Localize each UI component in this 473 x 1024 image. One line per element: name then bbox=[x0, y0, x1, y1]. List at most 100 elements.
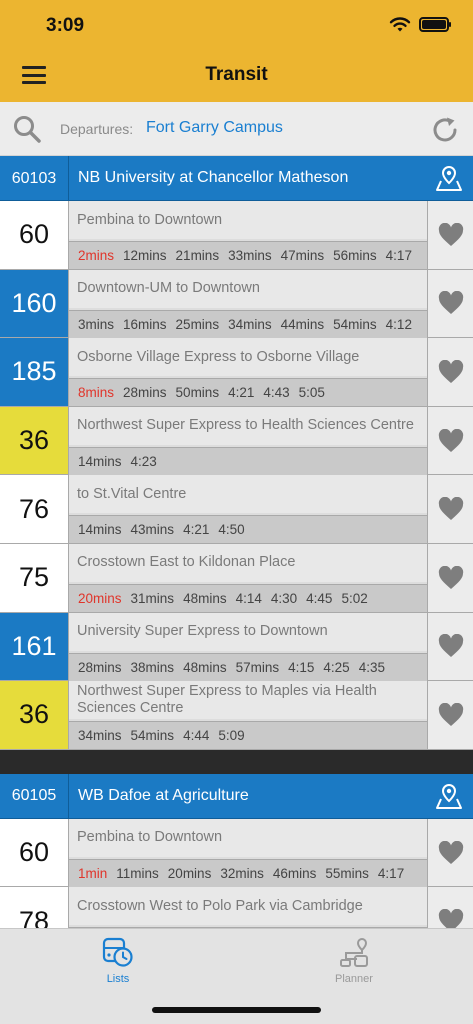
departure-time: 20mins bbox=[78, 590, 122, 606]
departure-time: 32mins bbox=[220, 865, 264, 881]
departure-time: 11mins bbox=[116, 865, 159, 881]
stop-header: 60105 WB Dafoe at Agriculture bbox=[0, 773, 473, 819]
heart-icon bbox=[438, 840, 463, 864]
route-number: 60 bbox=[0, 201, 69, 269]
departure-time: 34mins bbox=[78, 728, 122, 744]
favorite-button[interactable] bbox=[427, 201, 473, 269]
route-row[interactable]: 76 to St.Vital Centre 14mins 43mins 4:21 4:50 bbox=[0, 475, 473, 544]
departure-time: 46mins bbox=[272, 865, 317, 881]
departure-time: 2mins bbox=[78, 248, 115, 263]
top-bar: 3:09 Transit bbox=[0, 0, 473, 102]
route-number: 76 bbox=[0, 475, 69, 543]
heart-icon bbox=[438, 428, 463, 452]
departure-time: 14mins bbox=[78, 522, 122, 538]
route-number: 78 bbox=[0, 887, 69, 928]
departure-time: 4:35 bbox=[358, 659, 385, 675]
departure-time: 4:12 bbox=[385, 316, 412, 332]
departure-time: 4:44 bbox=[183, 728, 210, 744]
route-row[interactable]: 36 Northwest Super Express to Maples via … bbox=[0, 681, 473, 750]
favorite-button[interactable] bbox=[427, 612, 473, 681]
departure-time: 5:09 bbox=[218, 728, 245, 744]
route-row[interactable]: 160 Downtown-UM to Downtown 3mins 16mins 25m… bbox=[0, 269, 473, 339]
route-row[interactable]: 161 University Super Express to Downtown 2… bbox=[0, 612, 473, 682]
departure-time: 20mins bbox=[167, 865, 212, 881]
departure-time: 50mins bbox=[175, 385, 220, 401]
favorite-button[interactable] bbox=[427, 681, 473, 749]
route-row[interactable]: 60 Pembina to Downtown 2mins 12mins 21mins 33… bbox=[0, 201, 473, 270]
departures-list[interactable]: 60103 NB University at Chancellor Matheso… bbox=[0, 156, 473, 928]
home-indicator bbox=[152, 1007, 321, 1013]
departure-time: 25mins bbox=[175, 316, 220, 332]
route-destination: Pembina to Downtown bbox=[69, 818, 427, 857]
departure-time: 8mins bbox=[78, 385, 115, 401]
tab-planner[interactable]: Planner bbox=[304, 935, 404, 991]
departure-time: 34mins bbox=[228, 316, 272, 332]
route-destination: Northwest Super Express to Maples via He… bbox=[69, 681, 427, 720]
route-row[interactable]: 185 Osborne Village Express to Osborne Vi… bbox=[0, 338, 473, 407]
departure-time: 12mins bbox=[123, 248, 167, 263]
departures-location-link[interactable]: Fort Garry Campus bbox=[146, 119, 283, 137]
battery-icon bbox=[419, 17, 451, 32]
favorite-button[interactable] bbox=[427, 406, 473, 475]
route-number: 75 bbox=[0, 543, 69, 612]
departure-time: 54mins bbox=[130, 728, 175, 744]
departure-times: 2mins 12mins 21mins 33mins 47mins 56mins 4:17 bbox=[69, 241, 427, 269]
departure-time: 57mins bbox=[235, 659, 280, 675]
favorite-button[interactable] bbox=[427, 818, 473, 887]
favorite-button[interactable] bbox=[427, 269, 473, 338]
route-destination: University Super Express to Downtown bbox=[69, 612, 427, 651]
stop-code: 60105 bbox=[0, 773, 69, 819]
departure-times: 20mins 31mins 48mins 4:14 4:30 4:45 5:02 bbox=[69, 583, 427, 612]
departure-time: 56mins bbox=[333, 248, 377, 263]
route-number: 36 bbox=[0, 406, 69, 475]
route-destination: Crosstown East to Kildonan Place bbox=[69, 543, 427, 582]
route-row[interactable]: 75 Crosstown East to Kildonan Place 20mins… bbox=[0, 543, 473, 613]
favorite-button[interactable] bbox=[427, 338, 473, 406]
departure-times: 8mins 28mins 50mins 4:21 4:43 5:05 bbox=[69, 378, 427, 407]
departure-time: 5:05 bbox=[298, 385, 325, 401]
tab-lists-label: Lists bbox=[106, 973, 130, 985]
heart-icon bbox=[438, 497, 463, 521]
tab-lists[interactable]: Lists bbox=[68, 935, 168, 991]
departure-time: 21mins bbox=[175, 248, 220, 263]
departure-times: 3mins 16mins 25mins 34mins 44mins 54mins 4:12 bbox=[69, 309, 427, 338]
route-destination: Northwest Super Express to Health Scienc… bbox=[69, 406, 427, 445]
map-pin-icon[interactable] bbox=[435, 164, 463, 192]
map-pin-icon[interactable] bbox=[435, 782, 463, 810]
route-row[interactable]: 36 Northwest Super Express to Health Scie… bbox=[0, 406, 473, 476]
route-number: 160 bbox=[0, 269, 69, 338]
heart-icon bbox=[438, 565, 463, 589]
departure-time: 38mins bbox=[130, 659, 175, 675]
departure-time: 5:02 bbox=[341, 590, 368, 606]
route-destination: Downtown-UM to Downtown bbox=[69, 269, 427, 308]
heart-icon bbox=[438, 909, 463, 928]
route-destination: Crosstown West to Polo Park via Cambridg… bbox=[69, 887, 427, 926]
departure-times: 28mins 38mins 48mins 57mins 4:15 4:25 4:35 bbox=[69, 652, 427, 681]
departure-time: 4:17 bbox=[385, 248, 412, 263]
departure-time: 4:17 bbox=[377, 865, 405, 881]
refresh-icon[interactable] bbox=[429, 114, 461, 146]
departure-time: 4:23 bbox=[130, 453, 157, 469]
stop-header: 60103 NB University at Chancellor Matheso… bbox=[0, 156, 473, 201]
favorite-button[interactable] bbox=[427, 543, 473, 612]
route-number: 161 bbox=[0, 612, 69, 681]
favorite-button[interactable] bbox=[427, 475, 473, 543]
route-destination: to St.Vital Centre bbox=[69, 475, 427, 514]
stop-name: WB Dafoe at Agriculture bbox=[78, 786, 249, 804]
departure-time: 4:21 bbox=[228, 385, 255, 401]
departure-time: 47mins bbox=[280, 248, 325, 263]
route-row[interactable]: 78 Crosstown West to Polo Park via Cambri… bbox=[0, 887, 473, 928]
departure-time: 48mins bbox=[183, 590, 227, 606]
search-icon[interactable] bbox=[12, 114, 42, 144]
departure-time: 4:43 bbox=[263, 385, 290, 401]
favorite-button[interactable] bbox=[427, 887, 473, 928]
tab-planner-label: Planner bbox=[335, 973, 373, 985]
route-number: 60 bbox=[0, 818, 69, 887]
route-row[interactable]: 60 Pembina to Downtown 1min 11mins 20mins 32m… bbox=[0, 818, 473, 888]
departure-time: 54mins bbox=[333, 316, 377, 332]
stop-code: 60103 bbox=[0, 156, 69, 201]
departure-time: 43mins bbox=[130, 522, 175, 538]
departure-time: 48mins bbox=[183, 659, 227, 675]
stop-name: NB University at Chancellor Matheson bbox=[78, 169, 349, 186]
departure-time: 55mins bbox=[325, 865, 369, 881]
